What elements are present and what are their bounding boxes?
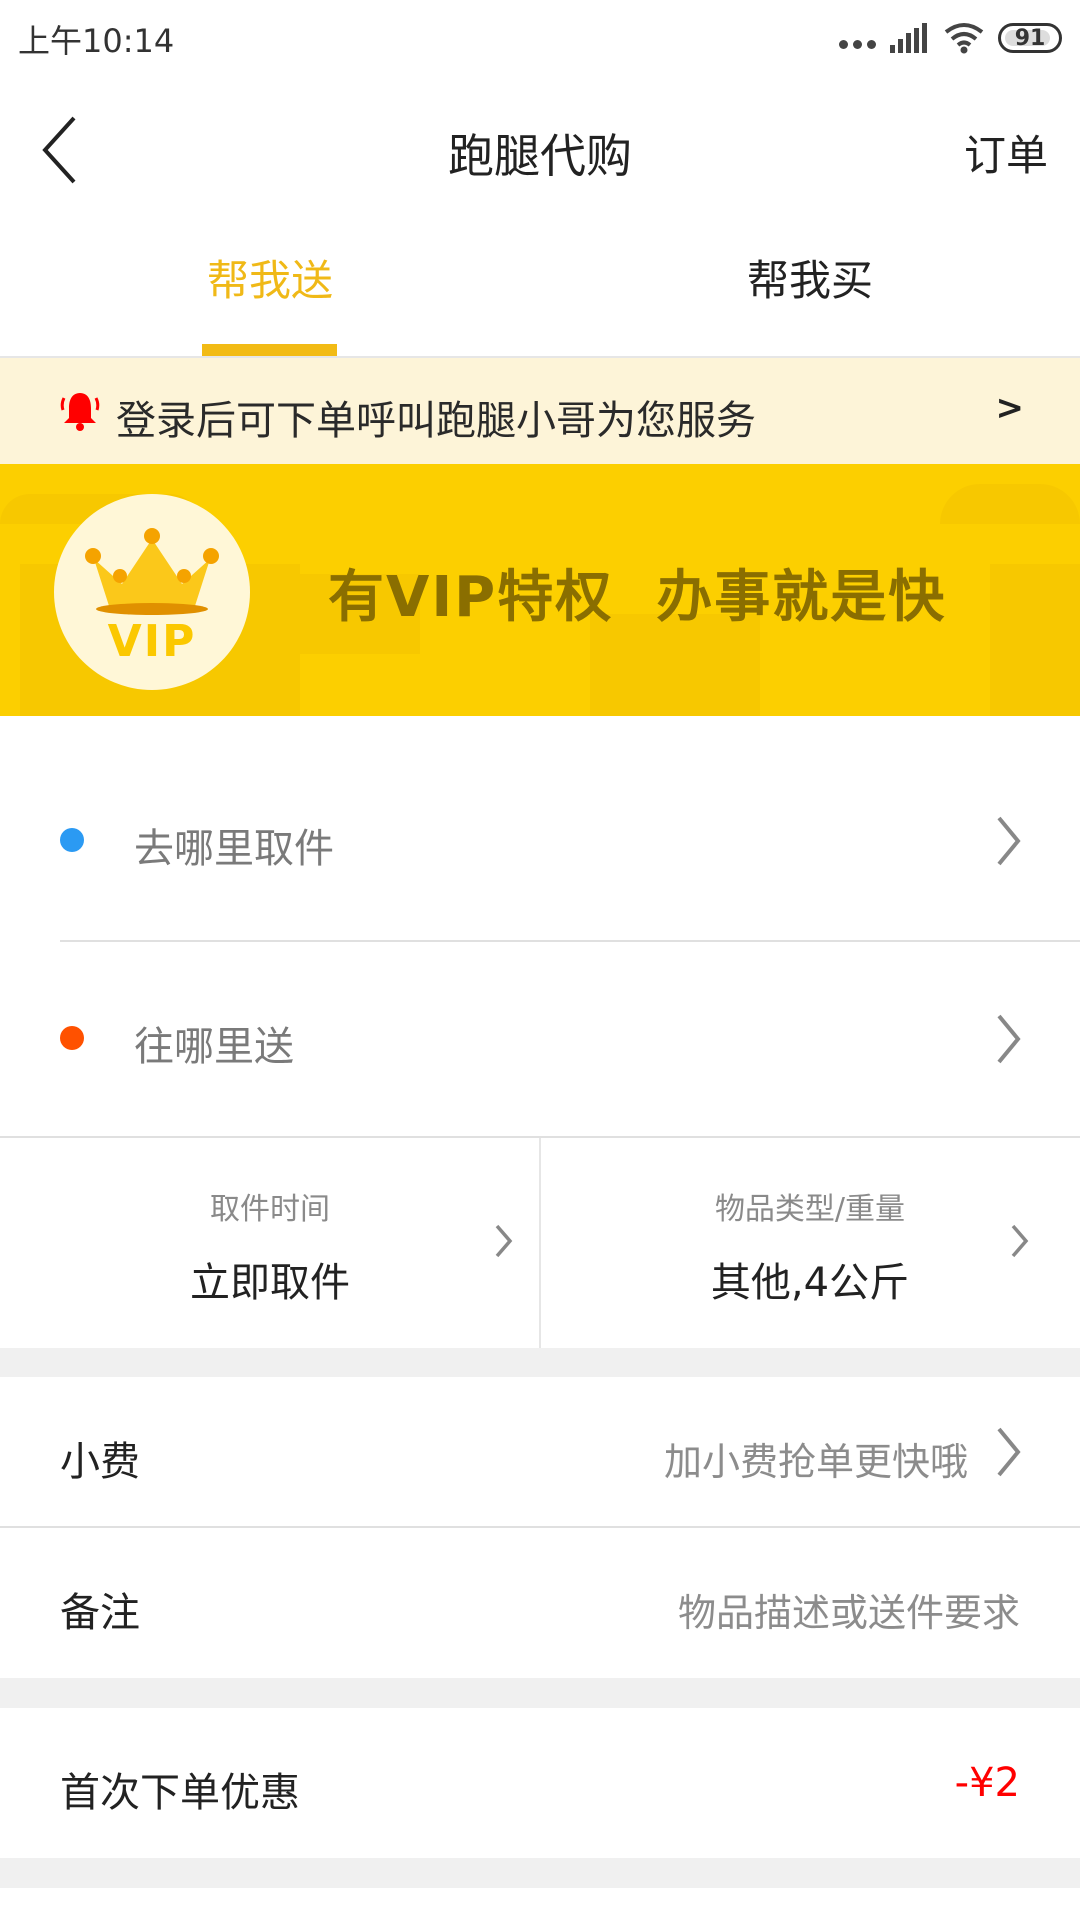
details-section: 取件时间 立即取件 物品类型/重量 其他,4公斤 bbox=[0, 1138, 1080, 1348]
tip-row[interactable]: 小费 加小费抢单更快哦 bbox=[0, 1377, 1080, 1527]
delivery-dot-icon bbox=[60, 1026, 84, 1050]
login-notice-bar[interactable]: 登录后可下单呼叫跑腿小哥为您服务 > bbox=[0, 358, 1080, 464]
item-type-value: 其他,4公斤 bbox=[710, 1260, 910, 1306]
header: 跑腿代购 订单 bbox=[0, 80, 1080, 216]
pickup-address-label: 去哪里取件 bbox=[134, 826, 334, 872]
more-dots-icon bbox=[839, 39, 876, 49]
tip-label: 小费 bbox=[60, 1439, 140, 1485]
pickup-address-row[interactable]: 去哪里取件 bbox=[0, 716, 1080, 940]
pickup-time-cell[interactable]: 取件时间 立即取件 bbox=[0, 1138, 540, 1348]
signal-icon bbox=[890, 23, 927, 53]
wifi-icon bbox=[944, 23, 984, 54]
delivery-address-row[interactable]: 往哪里送 bbox=[0, 942, 1080, 1138]
crown-icon bbox=[85, 528, 219, 615]
vip-banner[interactable]: VIP 有VIP特权 办事就是快 bbox=[0, 464, 1080, 716]
orders-button[interactable]: 订单 bbox=[964, 122, 1048, 183]
notice-text: 登录后可下单呼叫跑腿小哥为您服务 bbox=[116, 398, 756, 444]
tip-hint: 加小费抢单更快哦 bbox=[663, 1440, 968, 1484]
building-decoration bbox=[990, 564, 1080, 716]
tab-bar: 帮我送 帮我买 bbox=[0, 216, 1080, 358]
vip-badge: VIP bbox=[54, 494, 250, 690]
notice-arrow-icon: > bbox=[995, 388, 1025, 428]
notes-input[interactable]: 物品描述或送件要求 bbox=[678, 1582, 1020, 1637]
page-title: 跑腿代购 bbox=[448, 129, 632, 183]
item-type-label: 物品类型/重量 bbox=[714, 1192, 906, 1227]
battery-icon: 91 bbox=[998, 23, 1062, 53]
pickup-dot-icon bbox=[60, 828, 84, 852]
tab-buy-for-me[interactable]: 帮我买 bbox=[540, 216, 1080, 356]
delivery-address-label: 往哪里送 bbox=[134, 1024, 294, 1070]
active-tab-indicator bbox=[202, 344, 337, 356]
address-section: 去哪里取件 往哪里送 bbox=[0, 716, 1080, 1136]
chevron-right-icon bbox=[997, 816, 1021, 866]
notes-row[interactable]: 备注 物品描述或送件要求 bbox=[0, 1528, 1080, 1678]
chevron-right-icon bbox=[1011, 1224, 1029, 1258]
discount-value: -¥2 bbox=[954, 1760, 1020, 1806]
chevron-right-icon bbox=[997, 1427, 1021, 1477]
status-time: 上午10:14 bbox=[18, 22, 175, 60]
notes-label: 备注 bbox=[60, 1590, 140, 1636]
tab-send-for-me[interactable]: 帮我送 bbox=[0, 216, 540, 356]
status-bar: 上午10:14 91 bbox=[0, 0, 1080, 80]
cloud-decoration bbox=[940, 484, 1080, 524]
pickup-time-label: 取件时间 bbox=[210, 1192, 330, 1227]
item-type-cell[interactable]: 物品类型/重量 其他,4公斤 bbox=[540, 1138, 1080, 1348]
discount-label: 首次下单优惠 bbox=[60, 1770, 300, 1816]
battery-level: 91 bbox=[1014, 25, 1046, 51]
chevron-right-icon bbox=[495, 1224, 513, 1258]
vip-badge-text: VIP bbox=[107, 616, 197, 667]
status-icons: 91 bbox=[839, 18, 1062, 58]
next-section bbox=[0, 1888, 1080, 1920]
vip-slogan: 有VIP特权 办事就是快 bbox=[328, 565, 947, 630]
first-order-discount-row: 首次下单优惠 -¥2 bbox=[0, 1708, 1080, 1858]
bell-icon bbox=[60, 393, 100, 431]
pickup-time-value: 立即取件 bbox=[190, 1260, 350, 1306]
chevron-right-icon bbox=[997, 1014, 1021, 1064]
